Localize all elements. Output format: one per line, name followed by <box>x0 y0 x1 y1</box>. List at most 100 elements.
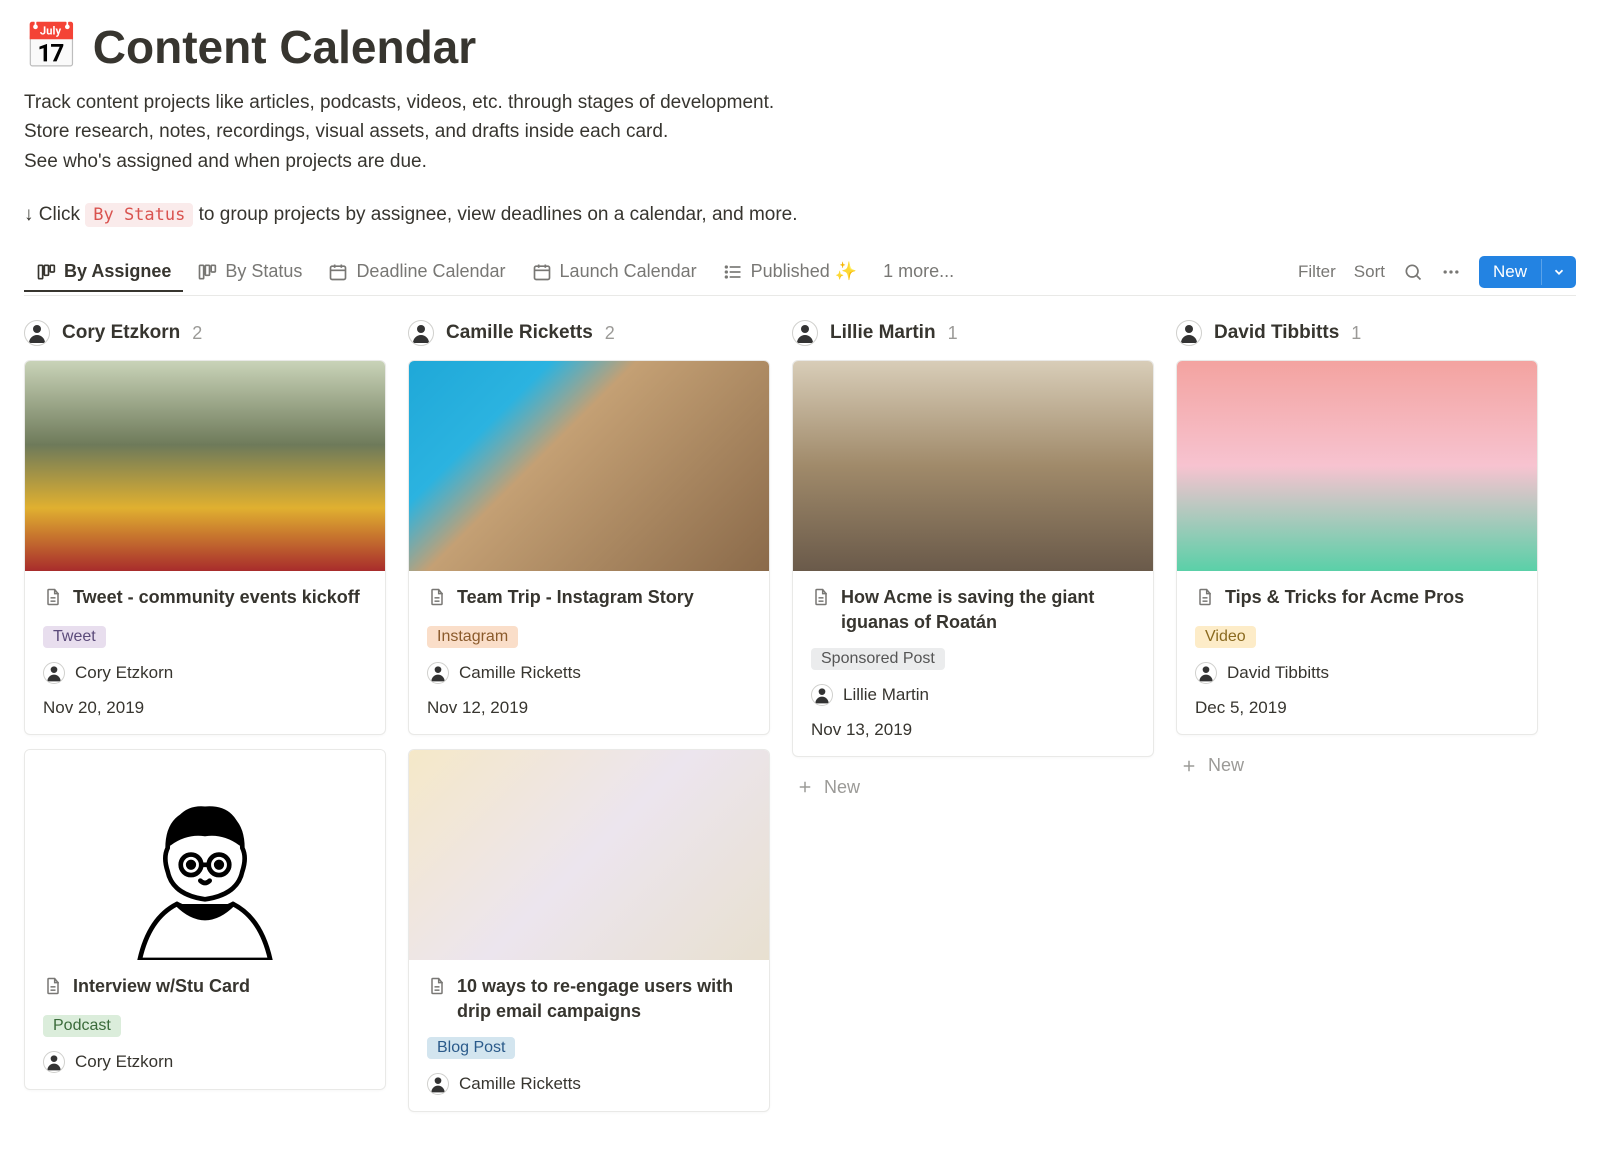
page-title: Content Calendar <box>93 20 476 74</box>
hint-code: By Status <box>85 203 193 227</box>
calendar-view-icon <box>532 262 552 282</box>
avatar <box>427 662 449 684</box>
avatar <box>1176 320 1202 346</box>
card-assignee: Cory Etzkorn <box>43 662 367 684</box>
tab-by-status[interactable]: By Status <box>185 253 314 292</box>
card-body: 10 ways to re-engage users with drip ema… <box>409 960 769 1111</box>
card-cover-image <box>793 361 1153 571</box>
view-toolbar: By Assignee By Status Deadline Calendar … <box>24 248 1576 296</box>
card-date: Nov 20, 2019 <box>43 698 367 718</box>
avatar <box>24 320 50 346</box>
assignee-name: Lillie Martin <box>843 685 929 705</box>
column-name: Cory Etzkorn <box>62 322 180 344</box>
tab-published[interactable]: Published ✨ <box>711 253 869 292</box>
new-button-label[interactable]: New <box>1479 256 1541 288</box>
tab-label: By Assignee <box>64 261 171 282</box>
column-header[interactable]: Lillie Martin 1 <box>792 320 1154 346</box>
column-header[interactable]: David Tibbitts 1 <box>1176 320 1538 346</box>
tab-launch-calendar[interactable]: Launch Calendar <box>520 253 709 292</box>
assignee-name: Camille Ricketts <box>459 1074 581 1094</box>
more-tabs[interactable]: 1 more... <box>871 253 966 290</box>
board-icon <box>197 262 217 282</box>
avatar <box>427 1073 449 1095</box>
card-cover-image <box>409 361 769 571</box>
avatar <box>43 1051 65 1073</box>
tab-by-assignee[interactable]: By Assignee <box>24 253 183 292</box>
tab-label: Launch Calendar <box>560 261 697 282</box>
card-assignee: Lillie Martin <box>811 684 1135 706</box>
page-icon <box>427 587 447 612</box>
column-count: 2 <box>192 323 202 344</box>
card-title: Tweet - community events kickoff <box>73 585 360 609</box>
card-cover-image <box>25 361 385 571</box>
card-assignee: Cory Etzkorn <box>43 1051 367 1073</box>
new-button-dropdown[interactable] <box>1541 259 1576 285</box>
hint-suffix: to group projects by assignee, view dead… <box>193 204 797 225</box>
card-tag: Video <box>1195 626 1256 648</box>
board-card[interactable]: Interview w/Stu Card Podcast Cory Etzkor… <box>24 749 386 1090</box>
column-name: Camille Ricketts <box>446 322 593 344</box>
card-body: Tweet - community events kickoff Tweet C… <box>25 571 385 734</box>
calendar-icon: 📅 <box>24 25 79 69</box>
card-body: Interview w/Stu Card Podcast Cory Etzkor… <box>25 960 385 1089</box>
column-header[interactable]: Cory Etzkorn 2 <box>24 320 386 346</box>
board-card[interactable]: 10 ways to re-engage users with drip ema… <box>408 749 770 1112</box>
card-tag: Instagram <box>427 626 518 648</box>
card-assignee: David Tibbitts <box>1195 662 1519 684</box>
card-assignee: Camille Ricketts <box>427 662 751 684</box>
page-icon <box>43 976 63 1001</box>
description-line: See who's assigned and when projects are… <box>24 147 1576 176</box>
avatar <box>43 662 65 684</box>
board-card[interactable]: Tweet - community events kickoff Tweet C… <box>24 360 386 735</box>
add-card-button[interactable]: New <box>1176 749 1538 782</box>
card-title: 10 ways to re-engage users with drip ema… <box>457 974 751 1023</box>
card-assignee: Camille Ricketts <box>427 1073 751 1095</box>
column-count: 1 <box>1351 323 1361 344</box>
assignee-name: Cory Etzkorn <box>75 663 173 683</box>
board-card[interactable]: How Acme is saving the giant iguanas of … <box>792 360 1154 757</box>
board-card[interactable]: Tips & Tricks for Acme Pros Video David … <box>1176 360 1538 735</box>
tab-label: Published ✨ <box>751 261 857 282</box>
page-header: 📅 Content Calendar Track content project… <box>24 20 1576 226</box>
card-date: Nov 12, 2019 <box>427 698 751 718</box>
tab-deadline-calendar[interactable]: Deadline Calendar <box>316 253 517 292</box>
board-column: Cory Etzkorn 2 Tweet - community events … <box>24 320 386 1104</box>
card-tag: Podcast <box>43 1015 121 1037</box>
filter-button[interactable]: Filter <box>1298 262 1336 282</box>
board-icon <box>36 262 56 282</box>
hint-prefix: ↓ Click <box>24 204 85 225</box>
card-tag: Blog Post <box>427 1037 515 1059</box>
hint-line: ↓ Click By Status to group projects by a… <box>24 204 1576 226</box>
column-name: David Tibbitts <box>1214 322 1339 344</box>
board-card[interactable]: Team Trip - Instagram Story Instagram Ca… <box>408 360 770 735</box>
board: Cory Etzkorn 2 Tweet - community events … <box>24 320 1576 1126</box>
more-options-icon[interactable] <box>1441 262 1461 282</box>
page-icon <box>1195 587 1215 612</box>
column-header[interactable]: Camille Ricketts 2 <box>408 320 770 346</box>
column-count: 1 <box>948 323 958 344</box>
column-count: 2 <box>605 323 615 344</box>
search-icon[interactable] <box>1403 262 1423 282</box>
card-title: How Acme is saving the giant iguanas of … <box>841 585 1135 634</box>
card-title: Team Trip - Instagram Story <box>457 585 694 609</box>
page-icon <box>811 587 831 612</box>
board-column: Lillie Martin 1 How Acme is saving the g… <box>792 320 1154 804</box>
list-icon <box>723 262 743 282</box>
avatar <box>1195 662 1217 684</box>
avatar <box>408 320 434 346</box>
page-icon <box>43 587 63 612</box>
plus-icon <box>796 778 814 796</box>
add-card-button[interactable]: New <box>792 771 1154 804</box>
toolbar-right: Filter Sort New <box>1298 256 1576 288</box>
sort-button[interactable]: Sort <box>1354 262 1385 282</box>
calendar-view-icon <box>328 262 348 282</box>
page-description: Track content projects like articles, po… <box>24 88 1576 176</box>
card-cover-image <box>1177 361 1537 571</box>
column-name: Lillie Martin <box>830 322 936 344</box>
card-tag: Tweet <box>43 626 106 648</box>
card-title: Interview w/Stu Card <box>73 974 250 998</box>
tab-label: By Status <box>225 261 302 282</box>
view-tabs: By Assignee By Status Deadline Calendar … <box>24 252 966 291</box>
tab-label: Deadline Calendar <box>356 261 505 282</box>
description-line: Track content projects like articles, po… <box>24 88 1576 117</box>
